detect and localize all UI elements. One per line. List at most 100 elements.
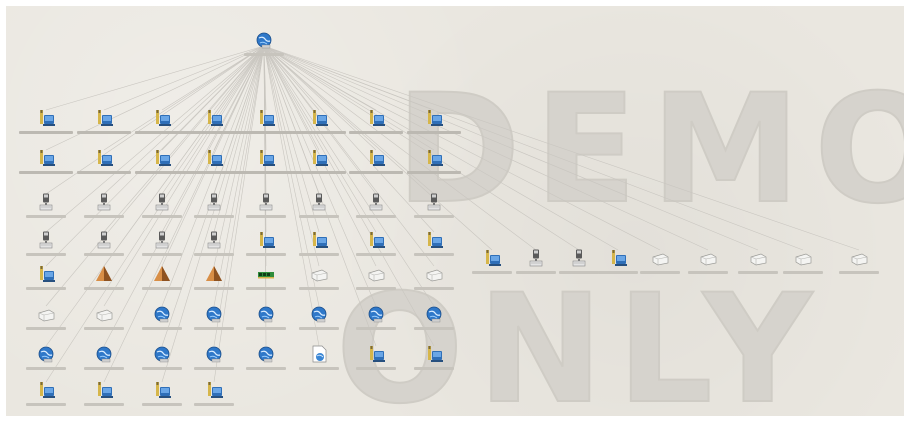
node-label <box>84 367 124 370</box>
topology-node-r1-c6[interactable] <box>349 149 403 179</box>
topology-node-r2-c4[interactable] <box>243 193 289 223</box>
topology-node-side-5[interactable] <box>685 249 731 279</box>
topology-node-r6-c2[interactable] <box>139 345 185 375</box>
node-label <box>414 253 454 256</box>
topology-node-r7-c3[interactable] <box>191 381 237 411</box>
topology-node-r5-c6[interactable] <box>353 305 399 335</box>
cloud-device-icon <box>38 309 55 322</box>
topology-node-r4-c6[interactable] <box>353 265 399 295</box>
topology-node-r3-c5[interactable] <box>296 231 342 261</box>
node-label <box>299 367 339 370</box>
desktop-tower-icon <box>259 193 273 211</box>
topology-node-side-3[interactable] <box>595 249 641 279</box>
node-label <box>135 131 189 134</box>
topology-node-r0-c7[interactable] <box>407 109 461 139</box>
cloud-device-icon <box>311 269 328 282</box>
topology-node-r1-c0[interactable] <box>19 149 73 179</box>
node-label <box>356 215 396 218</box>
topology-node-side-1[interactable] <box>513 249 559 279</box>
node-label <box>349 131 403 134</box>
cloud-device-icon <box>700 253 717 266</box>
edge <box>263 45 435 347</box>
topology-node-r5-c3[interactable] <box>191 305 237 335</box>
topology-node-r1-c1[interactable] <box>77 149 131 179</box>
topology-node-r6-c3[interactable] <box>191 345 237 375</box>
topology-canvas[interactable]: DEMO ONLY <box>6 6 904 416</box>
topology-node-r5-c4[interactable] <box>243 305 289 335</box>
topology-node-r2-c6[interactable] <box>353 193 399 223</box>
topology-node-r0-c0[interactable] <box>19 109 73 139</box>
topology-node-r2-c7[interactable] <box>411 193 457 223</box>
topology-node-side-0[interactable] <box>469 249 515 279</box>
topology-node-r0-c6[interactable] <box>349 109 403 139</box>
topology-node-side-4[interactable] <box>637 249 683 279</box>
topology-node-r1-c2[interactable] <box>135 149 189 179</box>
topology-node-r1-c5[interactable] <box>292 149 346 179</box>
server-pc-icon <box>156 110 171 126</box>
topology-node-r1-c3[interactable] <box>187 149 241 179</box>
topology-node-r2-c5[interactable] <box>296 193 342 223</box>
topology-node-r4-c7[interactable] <box>411 265 457 295</box>
topology-node-root[interactable] <box>241 31 287 61</box>
network-globe-icon <box>426 306 442 323</box>
topology-node-r5-c1[interactable] <box>81 305 127 335</box>
topology-node-r7-c2[interactable] <box>139 381 185 411</box>
topology-node-r2-c3[interactable] <box>191 193 237 223</box>
cloud-device-icon <box>368 269 385 282</box>
topology-node-r4-c3[interactable] <box>191 265 237 295</box>
node-label <box>135 171 189 174</box>
node-label <box>84 215 124 218</box>
pyramid-icon <box>96 266 112 281</box>
server-pc-icon <box>313 232 328 248</box>
topology-node-side-8[interactable] <box>836 249 882 279</box>
topology-node-r7-c1[interactable] <box>81 381 127 411</box>
node-label <box>142 253 182 256</box>
network-globe-icon <box>154 306 170 323</box>
topology-node-r4-c4[interactable] <box>243 265 289 295</box>
topology-node-r4-c5[interactable] <box>296 265 342 295</box>
node-label <box>246 253 286 256</box>
topology-node-r0-c5[interactable] <box>292 109 346 139</box>
topology-node-r5-c5[interactable] <box>296 305 342 335</box>
topology-node-r2-c0[interactable] <box>23 193 69 223</box>
topology-node-r3-c0[interactable] <box>23 231 69 261</box>
server-pc-icon <box>40 110 55 126</box>
topology-node-r3-c7[interactable] <box>411 231 457 261</box>
topology-node-r1-c7[interactable] <box>407 149 461 179</box>
topology-node-r6-c4[interactable] <box>243 345 289 375</box>
server-pc-icon <box>208 382 223 398</box>
topology-node-r3-c3[interactable] <box>191 231 237 261</box>
topology-node-r6-c1[interactable] <box>81 345 127 375</box>
topology-node-side-6[interactable] <box>735 249 781 279</box>
topology-node-side-7[interactable] <box>780 249 826 279</box>
topology-node-r6-c0[interactable] <box>23 345 69 375</box>
topology-node-r5-c0[interactable] <box>23 305 69 335</box>
topology-node-r4-c2[interactable] <box>139 265 185 295</box>
topology-node-r2-c2[interactable] <box>139 193 185 223</box>
node-label <box>516 271 556 274</box>
topology-node-r4-c1[interactable] <box>81 265 127 295</box>
cloud-device-icon <box>750 253 767 266</box>
topology-node-r0-c4[interactable] <box>239 109 293 139</box>
topology-node-r3-c2[interactable] <box>139 231 185 261</box>
topology-node-r0-c2[interactable] <box>135 109 189 139</box>
topology-node-r6-c7[interactable] <box>411 345 457 375</box>
topology-node-r5-c2[interactable] <box>139 305 185 335</box>
node-label <box>839 271 879 274</box>
topology-node-r6-c5[interactable] <box>296 345 342 375</box>
node-label <box>640 271 680 274</box>
node-label <box>77 131 131 134</box>
topology-node-r2-c1[interactable] <box>81 193 127 223</box>
topology-node-r4-c0[interactable] <box>23 265 69 295</box>
topology-node-r3-c4[interactable] <box>243 231 289 261</box>
server-pc-icon <box>428 232 443 248</box>
topology-node-r0-c3[interactable] <box>187 109 241 139</box>
topology-node-r1-c4[interactable] <box>239 149 293 179</box>
topology-node-r7-c0[interactable] <box>23 381 69 411</box>
topology-node-r6-c6[interactable] <box>353 345 399 375</box>
node-label <box>246 367 286 370</box>
topology-node-r3-c1[interactable] <box>81 231 127 261</box>
topology-node-r0-c1[interactable] <box>77 109 131 139</box>
topology-node-r5-c7[interactable] <box>411 305 457 335</box>
topology-node-r3-c6[interactable] <box>353 231 399 261</box>
